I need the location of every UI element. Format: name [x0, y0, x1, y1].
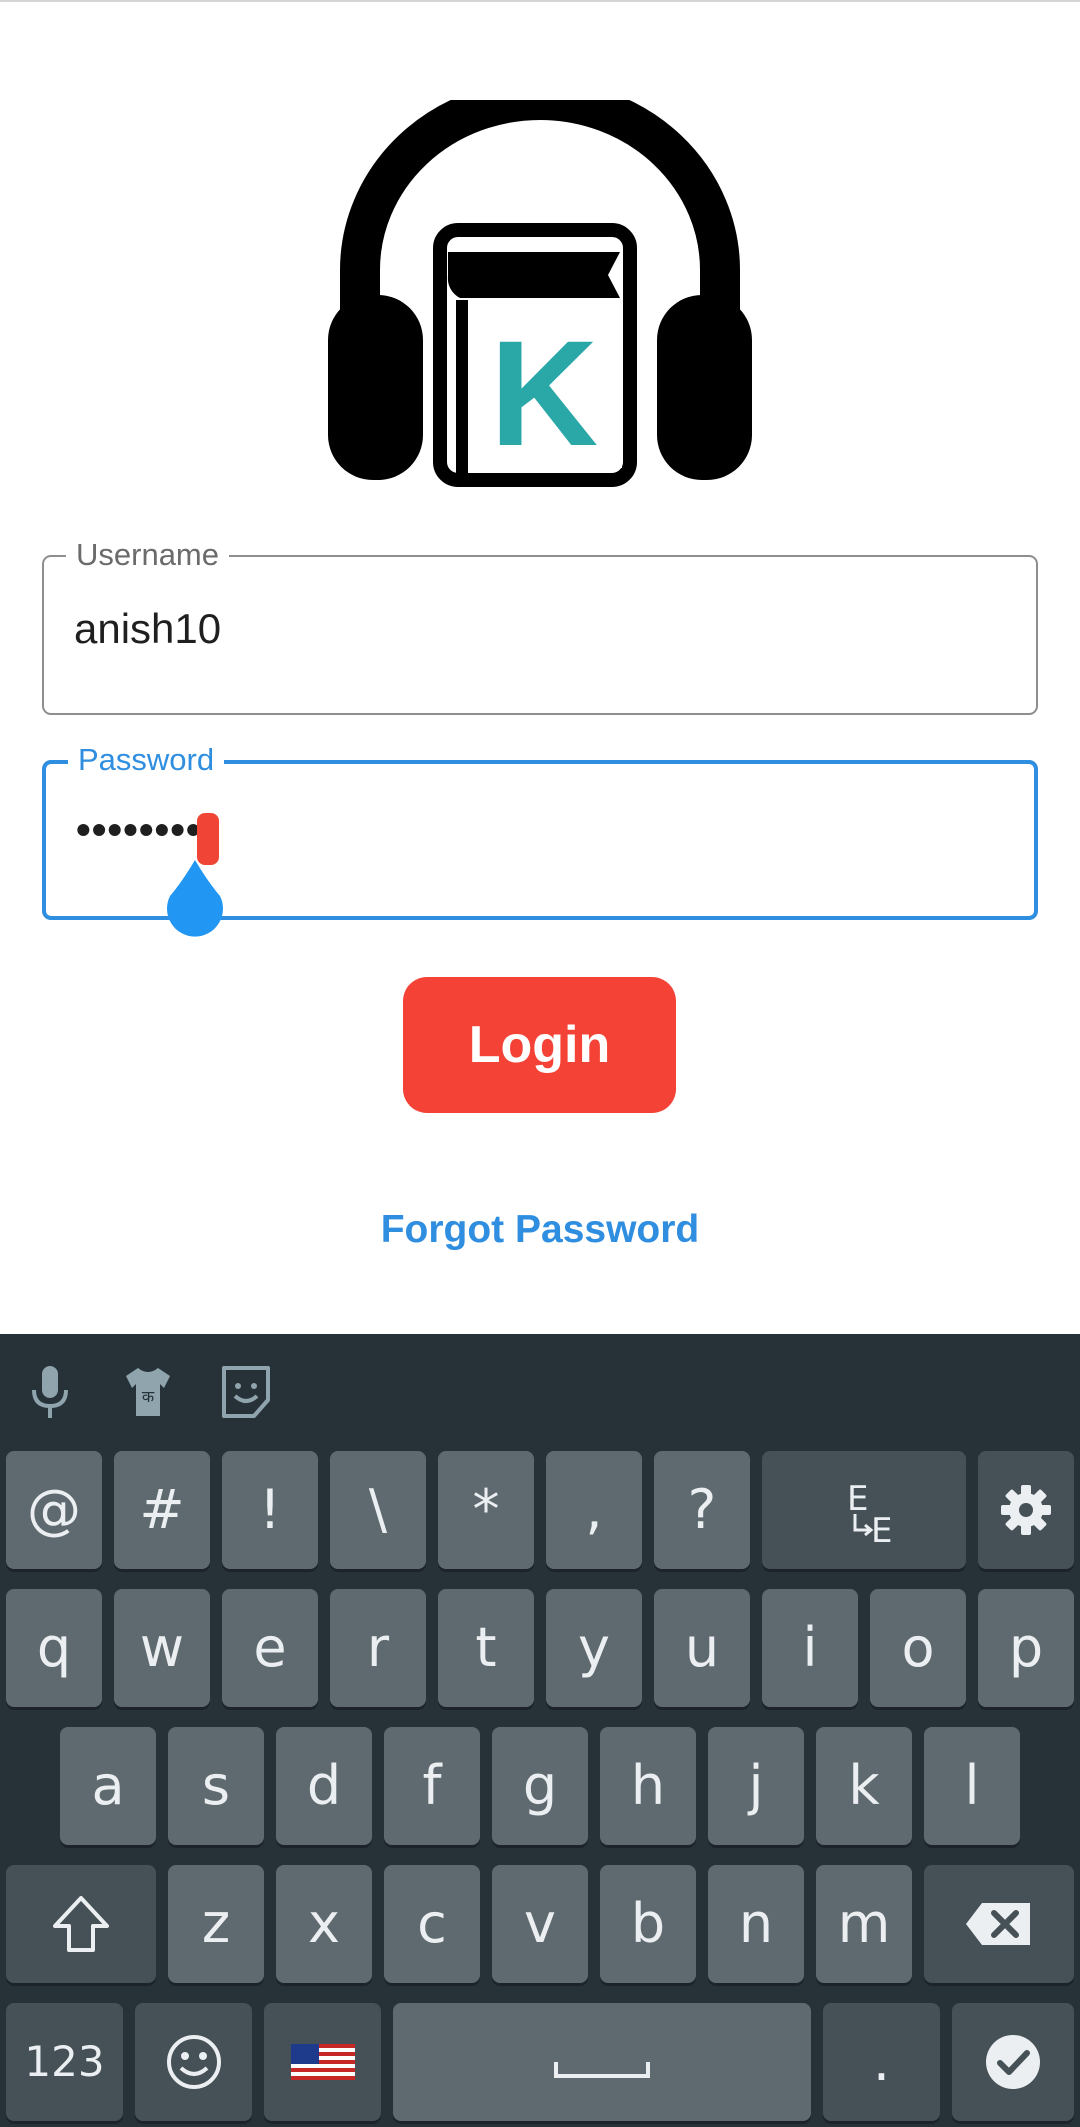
key-u[interactable]: u: [654, 1589, 750, 1707]
key-f[interactable]: f: [384, 1727, 480, 1845]
key-language[interactable]: [264, 2003, 381, 2121]
key-x[interactable]: x: [276, 1865, 372, 1983]
shirt-glyph: क: [142, 1387, 155, 1406]
key-at[interactable]: @: [6, 1451, 102, 1569]
soft-keyboard: क @ # ! \ * , ? E E q w e r t y u i o p …: [0, 1334, 1080, 2127]
key-m[interactable]: m: [816, 1865, 912, 1983]
key-c[interactable]: c: [384, 1865, 480, 1983]
key-g[interactable]: g: [492, 1727, 588, 1845]
username-label: Username: [66, 535, 229, 575]
backspace-icon: [966, 1903, 1030, 1945]
key-l[interactable]: l: [924, 1727, 1020, 1845]
logo-letter: K: [490, 309, 598, 477]
check-icon: [986, 2035, 1040, 2089]
key-hash[interactable]: #: [114, 1451, 210, 1569]
space-icon: [554, 2062, 650, 2078]
password-input[interactable]: ••••••••: [76, 802, 202, 858]
key-r[interactable]: r: [330, 1589, 426, 1707]
app-logo: K: [328, 100, 752, 487]
key-settings[interactable]: [978, 1451, 1074, 1569]
key-v[interactable]: v: [492, 1865, 588, 1983]
forgot-password-link[interactable]: Forgot Password: [0, 1208, 1080, 1252]
svg-text:E: E: [871, 1511, 892, 1550]
key-p[interactable]: p: [978, 1589, 1074, 1707]
key-comma[interactable]: ,: [546, 1451, 642, 1569]
cursor-handle[interactable]: [164, 860, 226, 938]
shirt-icon[interactable]: क: [120, 1362, 176, 1422]
key-j[interactable]: j: [708, 1727, 804, 1845]
key-asterisk[interactable]: *: [438, 1451, 534, 1569]
key-shift[interactable]: [6, 1865, 156, 1983]
key-numbers[interactable]: 123: [6, 2003, 123, 2121]
key-e[interactable]: e: [222, 1589, 318, 1707]
key-h[interactable]: h: [600, 1727, 696, 1845]
sticker-icon[interactable]: [218, 1362, 274, 1422]
key-d[interactable]: d: [276, 1727, 372, 1845]
shift-icon: [53, 1896, 109, 1952]
password-field[interactable]: Password ••••••••: [42, 740, 1038, 937]
key-b[interactable]: b: [600, 1865, 696, 1983]
key-y[interactable]: y: [546, 1589, 642, 1707]
username-field[interactable]: Username anish10: [42, 535, 1038, 715]
key-period[interactable]: .: [823, 2003, 940, 2121]
username-input[interactable]: anish10: [74, 601, 221, 657]
us-flag-icon: [290, 2044, 355, 2080]
key-s[interactable]: s: [168, 1727, 264, 1845]
key-q[interactable]: q: [6, 1589, 102, 1707]
key-question[interactable]: ?: [654, 1451, 750, 1569]
key-backslash[interactable]: \: [330, 1451, 426, 1569]
language-switch-icon: E E: [847, 1479, 892, 1550]
key-language-switch[interactable]: E E: [762, 1451, 966, 1569]
login-button[interactable]: Login: [403, 977, 676, 1113]
key-z[interactable]: z: [168, 1865, 264, 1983]
key-k[interactable]: k: [816, 1727, 912, 1845]
key-w[interactable]: w: [114, 1589, 210, 1707]
svg-text:E: E: [847, 1479, 868, 1519]
key-o[interactable]: o: [870, 1589, 966, 1707]
key-i[interactable]: i: [762, 1589, 858, 1707]
emoji-icon: [166, 2035, 221, 2089]
key-a[interactable]: a: [60, 1727, 156, 1845]
mic-icon[interactable]: [22, 1362, 78, 1422]
gear-icon: [1001, 1485, 1051, 1535]
key-emoji[interactable]: [135, 2003, 252, 2121]
key-backspace[interactable]: [924, 1865, 1074, 1983]
password-label: Password: [68, 740, 225, 780]
key-space[interactable]: [393, 2003, 811, 2121]
key-t[interactable]: t: [438, 1589, 534, 1707]
key-n[interactable]: n: [708, 1865, 804, 1983]
key-done[interactable]: [952, 2003, 1074, 2121]
key-exclamation[interactable]: !: [222, 1451, 318, 1569]
text-cursor: [197, 813, 219, 865]
top-divider: [0, 0, 1080, 2]
